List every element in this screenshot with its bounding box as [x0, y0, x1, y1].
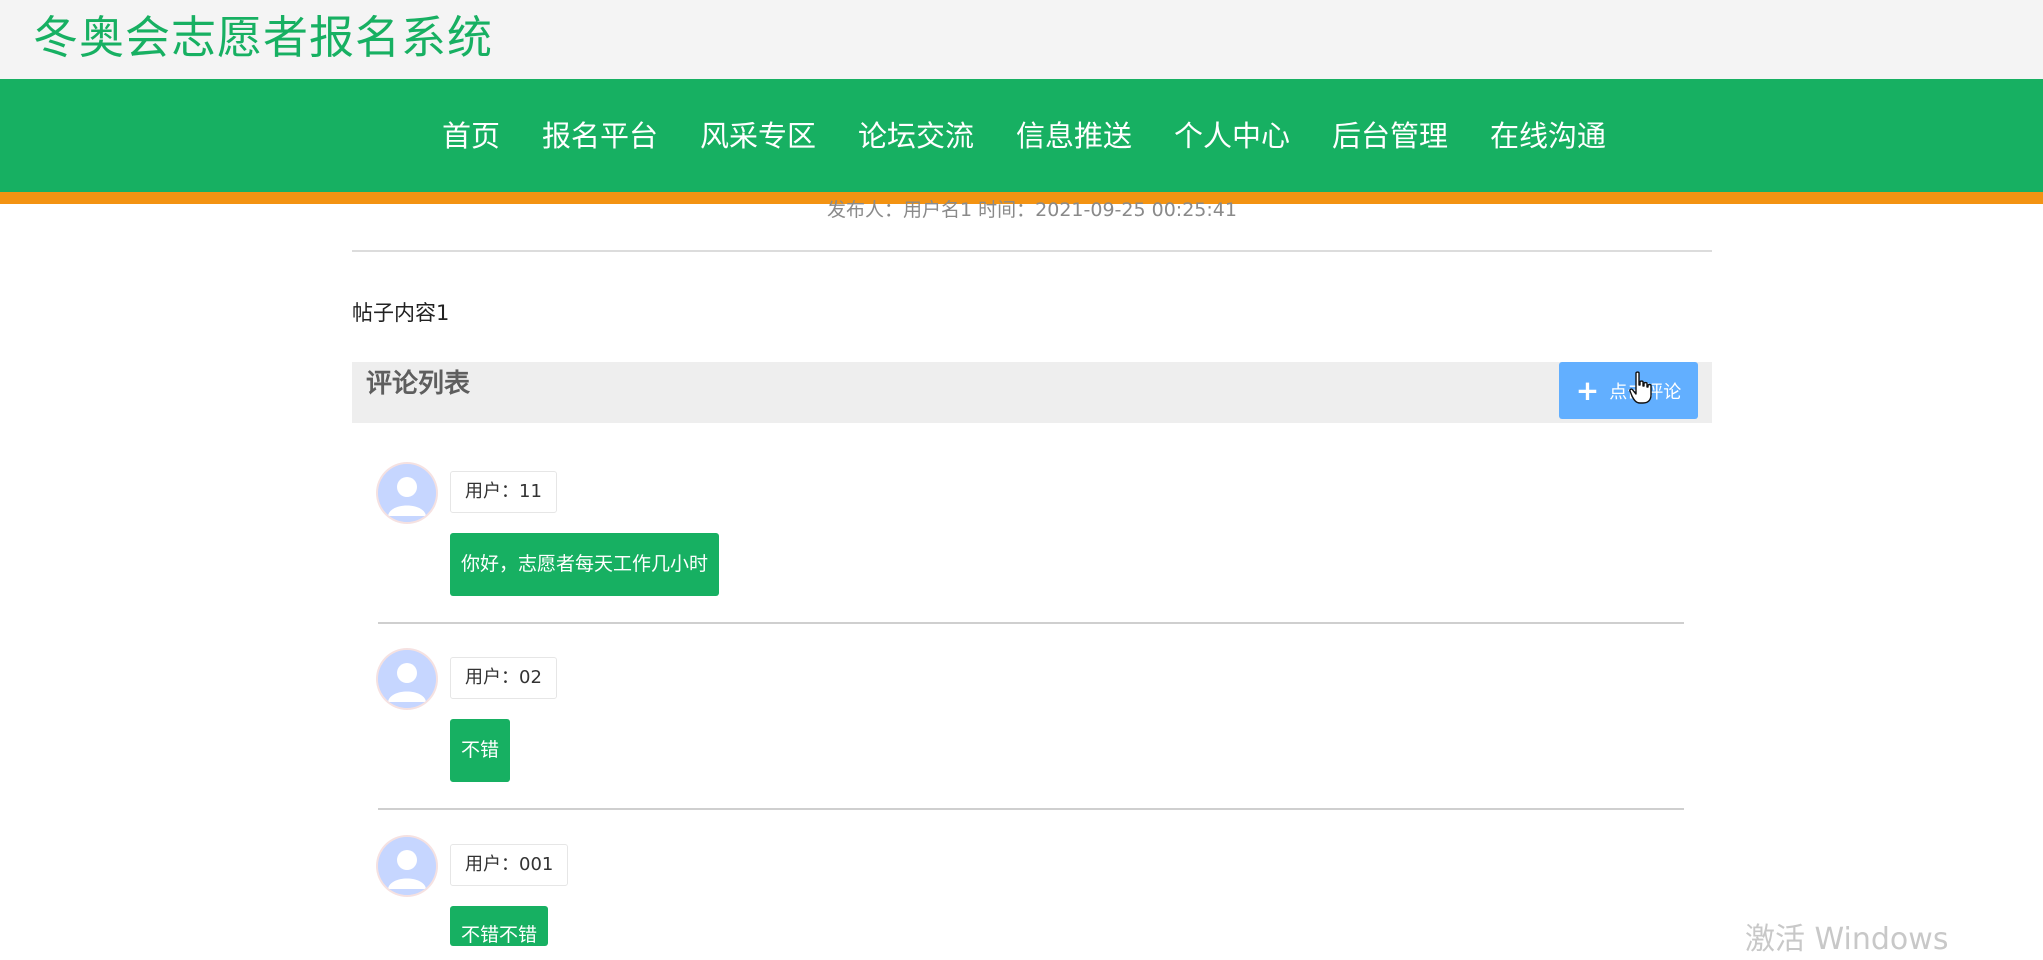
post-meta: 发布人：用户名1 时间：2021-09-25 00:25:41 — [827, 199, 1237, 221]
comment-text: 不错不错 — [450, 906, 549, 946]
nav-item-news[interactable]: 信息推送 — [995, 116, 1153, 156]
comment-divider — [378, 622, 1684, 624]
site-title: 冬奥会志愿者报名系统 — [33, 11, 494, 64]
comment-text: 你好，志愿者每天工作几小时 — [450, 533, 720, 596]
user-avatar-icon — [378, 650, 436, 708]
avatar — [378, 464, 436, 522]
comment-text: 不错 — [450, 719, 511, 782]
comment-user: 用户：11 — [450, 471, 557, 513]
comment-divider — [378, 808, 1684, 810]
nav-item-admin[interactable]: 后台管理 — [1311, 116, 1469, 156]
avatar — [378, 650, 436, 708]
nav-item-registration[interactable]: 报名平台 — [521, 116, 679, 156]
nav-item-forum[interactable]: 论坛交流 — [837, 116, 995, 156]
nav-item-showcase[interactable]: 风采专区 — [679, 116, 837, 156]
nav-item-profile[interactable]: 个人中心 — [1153, 116, 1311, 156]
hand-cursor-icon — [1629, 371, 1652, 404]
comments-title: 评论列表 — [366, 369, 471, 399]
plus-icon: + — [1575, 373, 1600, 407]
comment-user: 用户：001 — [450, 844, 569, 886]
comment-user: 用户：02 — [450, 657, 557, 699]
nav-item-chat[interactable]: 在线沟通 — [1469, 116, 1627, 156]
user-avatar-icon — [378, 464, 436, 522]
comments-header: 评论列表 + 点击评论 — [352, 362, 1712, 423]
post-divider — [352, 250, 1712, 252]
avatar — [378, 837, 436, 895]
windows-activation-watermark: 激活 Windows — [1745, 922, 1949, 957]
top-header: 冬奥会志愿者报名系统 — [0, 0, 2043, 79]
nav-item-home[interactable]: 首页 — [421, 116, 521, 156]
nav-menu: 首页 报名平台 风采专区 论坛交流 信息推送 个人中心 后台管理 在线沟通 — [0, 79, 2043, 192]
user-avatar-icon — [378, 837, 436, 895]
post-content: 帖子内容1 — [352, 301, 450, 325]
